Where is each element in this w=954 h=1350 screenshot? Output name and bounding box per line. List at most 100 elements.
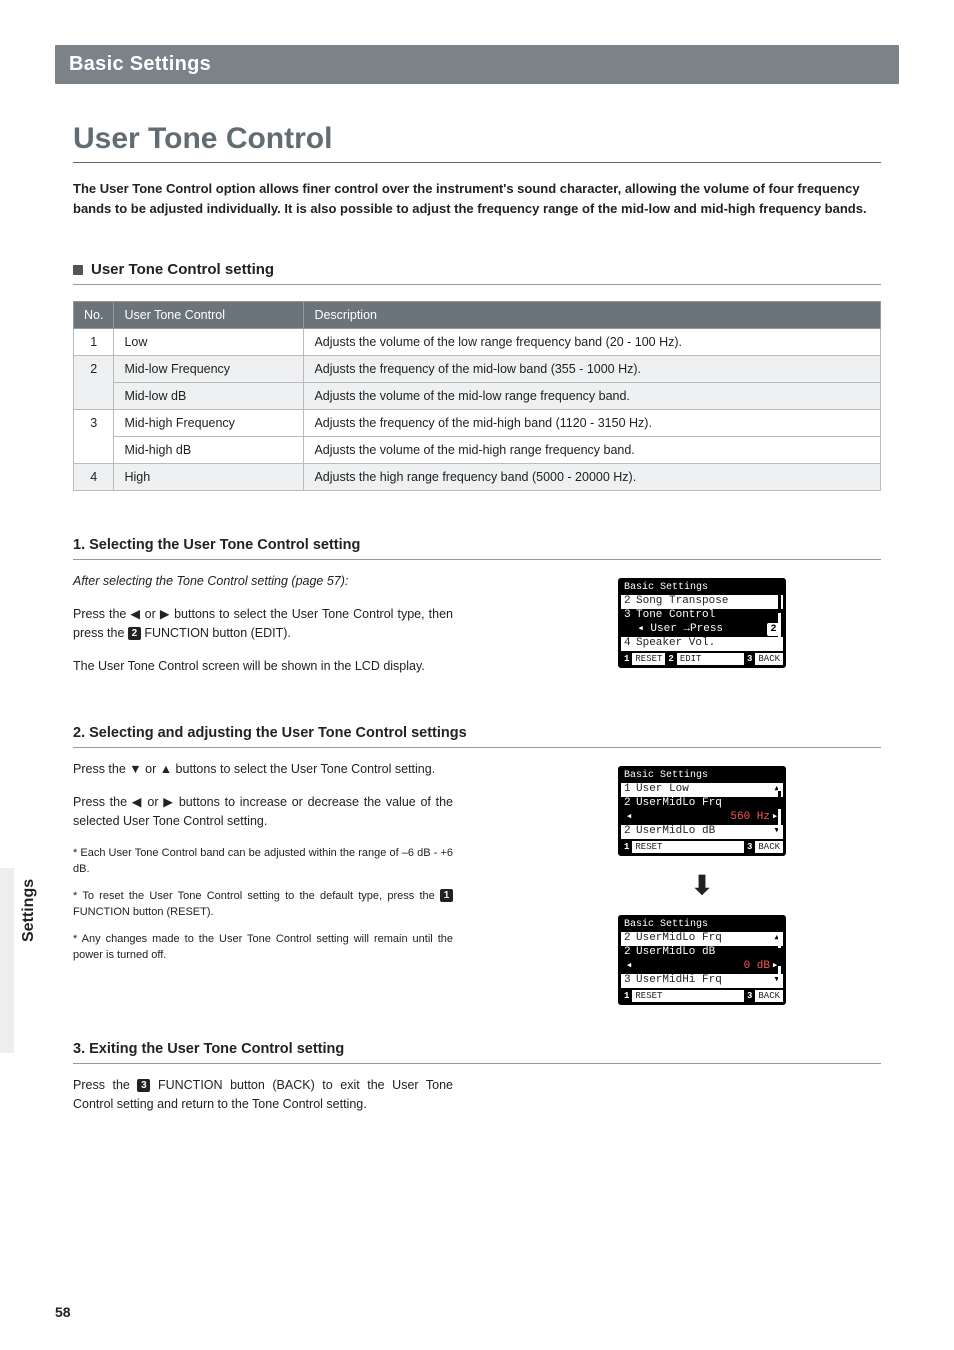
cell-utc: High [114,464,304,491]
softkey-label: RESET [632,653,665,665]
lcd-softkeys: 1RESET 3BACK [621,839,783,853]
lcd-row-selected: 2UserMidLo Frq [621,797,783,811]
user-tone-control-table: No. User Tone Control Description 1 Low … [73,301,881,491]
lcd-text: UserMidLo Frq [636,797,780,810]
lcd-text: ◂ User →Press [624,623,767,636]
cell-utc: Mid-low Frequency [114,356,304,383]
step2-heading: 2. Selecting and adjusting the User Tone… [73,725,881,748]
softkey-label: BACK [755,990,783,1002]
subheading-text: User Tone Control setting [91,261,274,278]
cell-utc: Low [114,329,304,356]
lcd-text: UserMidLo dB [636,946,780,959]
lcd-num: 3 [624,974,636,987]
left-arrow-icon: ◂ [624,960,634,973]
softkey-num: 2 [665,653,676,665]
side-tab [0,868,14,1053]
lcd-num: 2 [624,797,636,810]
step2-note2: * To reset the User Tone Control setting… [73,888,453,921]
cell-desc: Adjusts the volume of the mid-low range … [304,383,881,410]
lcd-screen-1: Basic Settings 2Song Transpose 3Tone Con… [618,578,786,668]
lcd-row: 2UserMidLo dB▾ [621,825,783,839]
function-number-icon: 1 [440,889,453,902]
text: FUNCTION button (EDIT). [141,626,291,640]
step1-p2: The User Tone Control screen will be sho… [73,657,453,676]
lcd-screen-2: Basic Settings 1User Low▴ 2UserMidLo Frq… [618,766,786,856]
cell-desc: Adjusts the high range frequency band (5… [304,464,881,491]
lcd-scrollbar [778,932,781,988]
cell-desc: Adjusts the volume of the low range freq… [304,329,881,356]
page-title: User Tone Control [73,122,881,163]
lcd-row-selected-sub: ◂ User →Press2 [621,623,783,637]
table-row: Mid-low dB Adjusts the volume of the mid… [74,383,881,410]
lcd-scrollbar [778,783,781,839]
cell-utc: Mid-high dB [114,437,304,464]
text: Press the [73,1078,137,1092]
cell-desc: Adjusts the frequency of the mid-high ba… [304,410,881,437]
text: FUNCTION button (RESET). [73,906,214,918]
step1-heading: 1. Selecting the User Tone Control setti… [73,537,881,560]
lcd-row: 2UserMidLo Frq▴ [621,932,783,946]
lcd-num: 2 [624,946,636,959]
softkey-label: RESET [632,990,665,1002]
softkey-label: EDIT [677,653,705,665]
softkey-num: 1 [621,653,632,665]
lcd-num: 4 [624,637,636,650]
lcd-row-selected: 2UserMidLo dB [621,946,783,960]
lcd-row: 3UserMidHi Frq▾ [621,974,783,988]
softkey-label: RESET [632,841,665,853]
step2-note1: * Each User Tone Control band can be adj… [73,845,453,878]
step3-heading: 3. Exiting the User Tone Control setting [73,1041,881,1064]
section-banner: Basic Settings [55,45,899,84]
square-bullet-icon [73,265,83,275]
subheading-user-tone-control-setting: User Tone Control setting [73,261,881,285]
lcd-text: UserMidLo dB [636,825,773,838]
softkey-num: 1 [621,990,632,1002]
function-number-icon: 3 [137,1079,150,1092]
left-arrow-icon: ◂ [624,811,634,824]
function-number-icon: 2 [128,627,141,640]
cell-no: 2 [74,356,114,410]
cell-no: 4 [74,464,114,491]
th-desc: Description [304,302,881,329]
lcd-header: Basic Settings [621,769,783,783]
table-row: 4 High Adjusts the high range frequency … [74,464,881,491]
page-number: 58 [55,1304,71,1320]
down-arrow-icon: ⬇ [691,870,713,901]
softkey-num: 3 [744,990,755,1002]
lcd-num: 3 [624,609,636,622]
table-row: 2 Mid-low Frequency Adjusts the frequenc… [74,356,881,383]
step2-text-column: Press the ▼ or ▲ buttons to select the U… [73,760,453,973]
cell-utc: Mid-high Frequency [114,410,304,437]
lcd-num: 1 [624,783,636,796]
lcd-row-selected-sub: ◂0 dB▸ [621,960,783,974]
table-row: Mid-high dB Adjusts the volume of the mi… [74,437,881,464]
cell-desc: Adjusts the volume of the mid-high range… [304,437,881,464]
lcd-row: 2Song Transpose [621,595,783,609]
lcd-text: UserMidHi Frq [636,974,773,987]
lcd-num: 2 [624,825,636,838]
cell-desc: Adjusts the frequency of the mid-low ban… [304,356,881,383]
step1-text-column: After selecting the Tone Control setting… [73,572,453,689]
step2-note3: * Any changes made to the User Tone Cont… [73,931,453,964]
softkey-label: BACK [755,653,783,665]
cell-no: 3 [74,410,114,464]
lcd-value: 0 dB [744,960,770,973]
lcd-num: 2 [624,932,636,945]
lcd-text: Tone Control [636,609,780,622]
softkey-label: BACK [755,841,783,853]
th-utc: User Tone Control [114,302,304,329]
lcd-text: Speaker Vol. [636,637,780,650]
lcd-value: 560 Hz [730,811,770,824]
cell-no: 1 [74,329,114,356]
lcd-softkeys: 1RESET 2EDIT 3BACK [621,651,783,665]
lcd-row-selected-sub: ◂560 Hz▸ [621,811,783,825]
intro-paragraph: The User Tone Control option allows fine… [73,179,881,219]
step3-text-column: Press the 3 FUNCTION button (BACK) to ex… [73,1076,453,1128]
lcd-header: Basic Settings [621,581,783,595]
lcd-num: 2 [624,595,636,608]
lcd-row: 1User Low▴ [621,783,783,797]
lcd-text: Song Transpose [636,595,780,608]
softkey-num: 3 [744,653,755,665]
softkey-num: 1 [621,841,632,853]
th-no: No. [74,302,114,329]
